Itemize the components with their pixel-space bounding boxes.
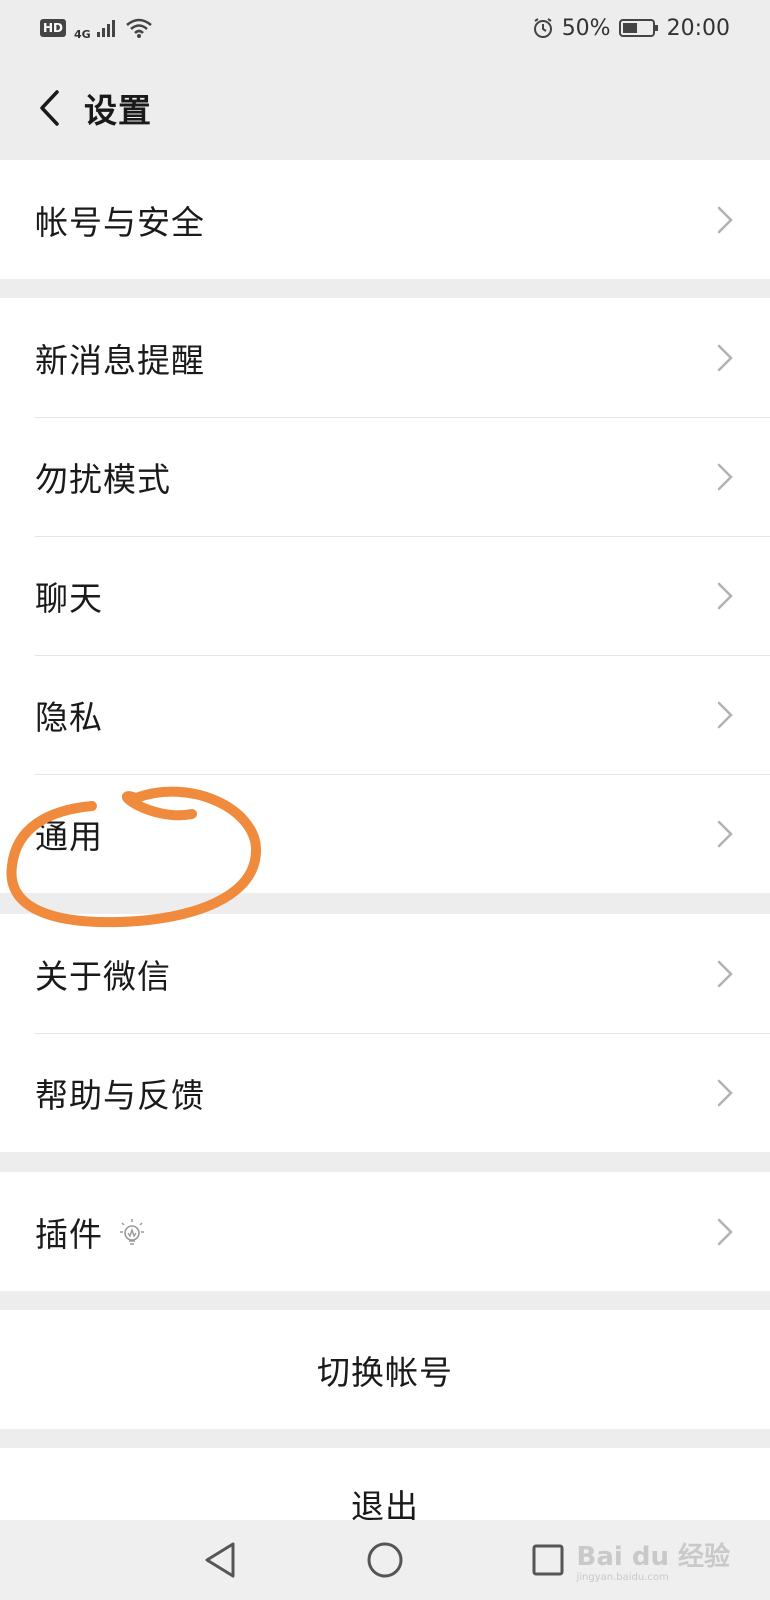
switch-account-group: 切换帐号 [0, 1310, 770, 1429]
item-label: 帐号与安全 [35, 202, 205, 242]
lightbulb-icon [120, 1218, 144, 1245]
settings-item-plugins[interactable]: 插件 [0, 1172, 770, 1291]
settings-group-plugins: 插件 [0, 1172, 770, 1291]
battery-percent: 50% [561, 15, 611, 41]
chevron-right-icon [717, 960, 733, 987]
recents-square-icon[interactable] [526, 1538, 570, 1582]
logout-group: 退出 [0, 1448, 770, 1520]
chevron-right-icon [717, 582, 733, 609]
settings-group-account: 帐号与安全 [0, 160, 770, 279]
watermark-logo: Bai du 经验 [576, 1542, 731, 1572]
item-label: 隐私 [35, 697, 103, 737]
chevron-right-icon [717, 1218, 733, 1245]
battery-icon [618, 19, 658, 37]
settings-item-privacy[interactable]: 隐私 [0, 655, 770, 774]
hd-badge: HD [40, 19, 67, 37]
settings-item-about-wechat[interactable]: 关于微信 [0, 914, 770, 1033]
back-button[interactable] [14, 56, 84, 160]
item-label: 通用 [35, 816, 103, 856]
watermark-url: jingyan.baidu.com [576, 1572, 669, 1583]
chevron-right-icon [717, 344, 733, 371]
item-label: 勿扰模式 [35, 459, 171, 499]
chevron-left-icon [40, 90, 59, 126]
settings-item-do-not-disturb[interactable]: 勿扰模式 [0, 417, 770, 536]
settings-item-help-feedback[interactable]: 帮助与反馈 [0, 1033, 770, 1152]
alarm-icon [533, 18, 552, 38]
chevron-right-icon [717, 701, 733, 728]
item-label: 插件 [35, 1214, 103, 1254]
item-label: 聊天 [35, 578, 103, 618]
home-circle-icon[interactable] [363, 1538, 407, 1582]
settings-item-account-security[interactable]: 帐号与安全 [0, 160, 770, 279]
clock: 20:00 [666, 15, 730, 41]
baidu-watermark: Bai du 经验 jingyan.baidu.com [576, 1536, 731, 1583]
navigation-bar: 设置 [0, 56, 770, 160]
signal-icon [96, 20, 115, 37]
settings-item-notifications[interactable]: 新消息提醒 [0, 298, 770, 417]
logout-label: 退出 [351, 1486, 419, 1521]
chevron-right-icon [717, 820, 733, 847]
item-label: 新消息提醒 [35, 340, 205, 380]
settings-group-main: 新消息提醒 勿扰模式 聊天 隐私 通用 [0, 298, 770, 893]
chevron-right-icon [717, 1079, 733, 1106]
back-triangle-icon[interactable] [198, 1538, 242, 1582]
item-label: 关于微信 [35, 956, 171, 996]
chevron-right-icon [717, 206, 733, 233]
item-label: 帮助与反馈 [35, 1075, 205, 1115]
settings-item-general[interactable]: 通用 [0, 774, 770, 893]
network-type: 4G [74, 27, 91, 41]
switch-account-button[interactable]: 切换帐号 [0, 1310, 770, 1429]
status-bar: HD 4G 50% 20:00 [0, 0, 770, 56]
settings-group-about: 关于微信 帮助与反馈 [0, 914, 770, 1152]
logout-button[interactable]: 退出 [0, 1448, 770, 1521]
settings-item-chat[interactable]: 聊天 [0, 536, 770, 655]
status-right: 50% 20:00 [532, 16, 730, 41]
chevron-right-icon [717, 463, 733, 490]
wifi-icon [125, 18, 152, 38]
status-left: HD 4G [40, 16, 153, 41]
switch-account-label: 切换帐号 [317, 1352, 453, 1392]
page-title: 设置 [84, 91, 152, 130]
